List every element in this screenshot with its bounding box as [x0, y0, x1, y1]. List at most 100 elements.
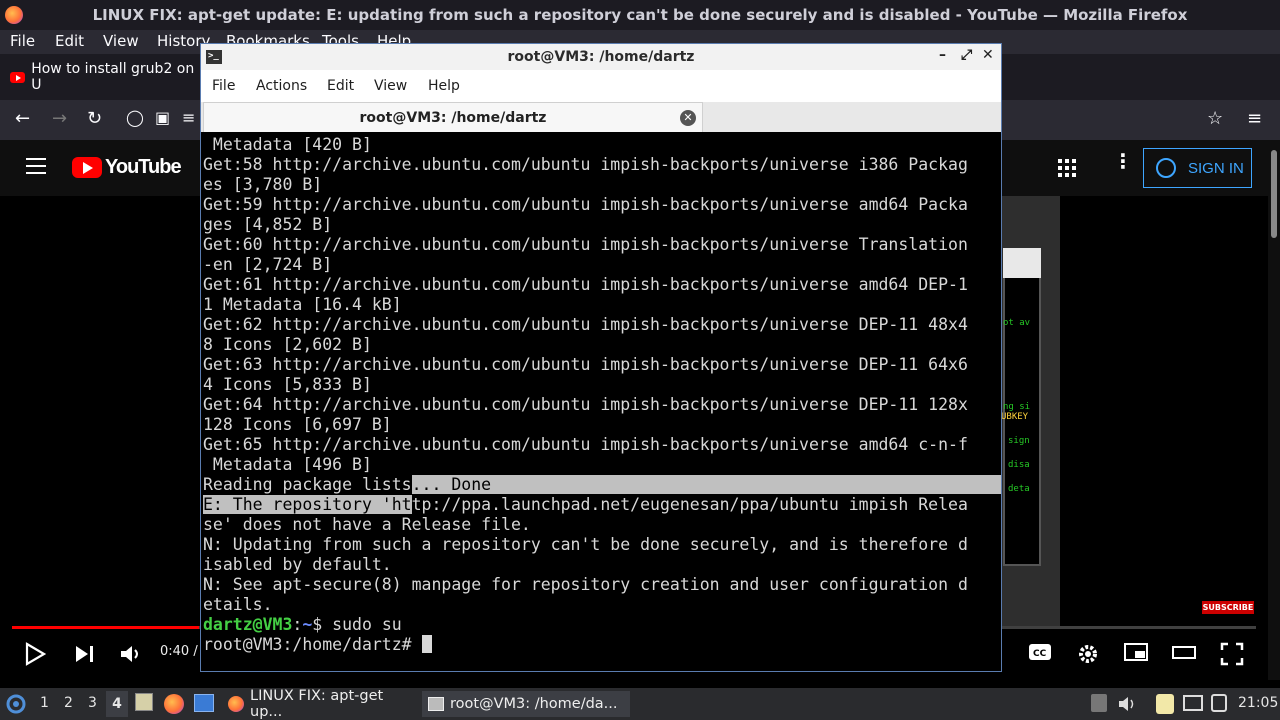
terminal-line: Get:60 http://archive.ubuntu.com/ubuntu … [203, 235, 968, 254]
prompt-command: sudo su [332, 615, 402, 634]
terminal-line: ges [4,852 B] [203, 215, 333, 234]
more-options-icon[interactable]: ⋮ [1113, 151, 1133, 171]
terminal-tabbar: root@VM3: /home/dartz ✕ [201, 102, 1001, 132]
terminal-line: se' does not have a Release file. [203, 515, 531, 534]
youtube-play-logo-icon [72, 157, 102, 178]
close-icon[interactable]: ✕ [982, 47, 994, 63]
browser-tab[interactable]: How to install grub2 on U [0, 58, 200, 96]
prompt-user: dartz@VM3 [203, 615, 293, 634]
scrollbar-thumb[interactable] [1271, 150, 1277, 238]
theater-mode-icon[interactable] [1172, 642, 1196, 662]
term-menu-view[interactable]: View [374, 78, 407, 94]
video-inner-text: disa [1008, 460, 1030, 470]
terminal-line: Get:64 http://archive.ubuntu.com/ubuntu … [203, 395, 968, 414]
video-inner-text: deta [1008, 484, 1030, 494]
firefox-window-title: LINUX FIX: apt-get update: E: updating f… [92, 6, 1188, 24]
terminal-output[interactable]: Metadata [420 B] Get:58 http://archive.u… [203, 135, 1001, 671]
file-manager-icon[interactable] [135, 693, 153, 711]
taskbar-terminal-window[interactable]: root@VM3: /home/da... [422, 691, 630, 717]
battery-icon[interactable] [1211, 694, 1227, 712]
desktop-icon[interactable] [194, 694, 214, 712]
ff-menu-file[interactable]: File [10, 32, 35, 50]
terminal-window-title: root@VM3: /home/dartz [507, 49, 695, 65]
workspace-3[interactable]: 3 [88, 695, 97, 711]
terminal-line: Get:65 http://archive.ubuntu.com/ubuntu … [203, 435, 968, 454]
miniplayer-icon[interactable] [1124, 642, 1148, 662]
workspace-4-active[interactable]: 4 [106, 691, 128, 717]
firefox-logo-icon [5, 6, 23, 24]
prompt-colon: : [292, 615, 303, 634]
maximize-icon[interactable]: ⤢ [961, 47, 972, 63]
terminal-tab[interactable]: root@VM3: /home/dartz ✕ [203, 102, 703, 132]
user-icon [1156, 158, 1176, 178]
clock[interactable]: 21:05 [1238, 695, 1278, 711]
app-menu-icon[interactable]: ≡ [1247, 108, 1262, 129]
terminal-line: 8 Icons [2,602 B] [203, 335, 372, 354]
firefox-launcher-icon[interactable] [164, 694, 190, 718]
next-icon[interactable] [74, 642, 96, 666]
root-prompt: root@VM3:/home/dartz# [203, 635, 422, 654]
lock-icon[interactable]: ▣ [155, 108, 170, 127]
permissions-icon[interactable]: ≡ [182, 108, 195, 127]
term-menu-edit[interactable]: Edit [327, 78, 354, 94]
settings-gear-icon[interactable] [1076, 642, 1100, 666]
ff-menu-edit[interactable]: Edit [55, 32, 84, 50]
hamburger-menu-icon[interactable] [26, 158, 46, 174]
terminal-line: N: Updating from such a repository can't… [203, 535, 968, 554]
shield-icon[interactable]: ◯ [126, 108, 144, 127]
terminal-line: Get:58 http://archive.ubuntu.com/ubuntu … [203, 155, 968, 174]
term-menu-file[interactable]: File [212, 78, 235, 94]
tab-close-icon[interactable]: ✕ [680, 110, 696, 126]
terminal-line: Metadata [496 B] [203, 455, 372, 474]
captions-icon[interactable]: CC [1028, 642, 1052, 662]
play-icon[interactable] [24, 642, 46, 666]
terminal-window[interactable]: >_ root@VM3: /home/dartz – ⤢ ✕ File Acti… [200, 43, 1002, 672]
video-inner-text: ng si [1003, 402, 1031, 412]
youtube-logo[interactable]: YouTube [72, 156, 182, 179]
terminal-line: isabled by default. [203, 555, 392, 574]
sign-in-label: SIGN IN [1188, 159, 1244, 177]
volume-tray-icon[interactable] [1117, 695, 1137, 713]
taskbar-firefox-window[interactable]: LINUX FIX: apt-get up... [222, 688, 420, 720]
minimize-icon[interactable]: – [939, 47, 946, 63]
term-menu-help[interactable]: Help [428, 78, 460, 94]
terminal-line-error: E: The repository 'http://ppa.launchpad.… [203, 495, 993, 515]
taskbar-firefox-label: LINUX FIX: apt-get up... [250, 688, 384, 720]
taskbar-terminal-label: root@VM3: /home/da... [450, 696, 618, 712]
subscribe-watermark[interactable]: SUBSCRIBE [1202, 601, 1254, 614]
reload-icon[interactable]: ↻ [87, 108, 102, 129]
reading-selected: ... Done [411, 475, 492, 494]
back-arrow-icon[interactable]: ← [15, 108, 30, 129]
fullscreen-icon[interactable] [1220, 642, 1244, 666]
page-scrollbar[interactable] [1268, 140, 1280, 680]
terminal-small-icon [428, 697, 444, 711]
volume-icon[interactable] [119, 642, 143, 666]
bookmark-star-icon[interactable]: ☆ [1207, 108, 1223, 129]
terminal-line: Get:59 http://archive.ubuntu.com/ubuntu … [203, 195, 968, 214]
workspace-1[interactable]: 1 [40, 695, 49, 711]
video-inner-text: sign [1008, 436, 1030, 446]
prompt-dollar: $ [312, 615, 333, 634]
workspace-2[interactable]: 2 [64, 695, 73, 711]
clipboard-icon[interactable] [1156, 694, 1174, 714]
text-cursor [421, 635, 432, 653]
terminal-line-reading: Reading package lists... Done [203, 475, 1001, 495]
firefox-small-icon [228, 696, 244, 712]
terminal-titlebar[interactable]: >_ root@VM3: /home/dartz – ⤢ ✕ [201, 44, 1001, 70]
youtube-favicon-icon [10, 71, 26, 83]
forward-arrow-icon[interactable]: → [52, 108, 67, 129]
tray-updates-icon[interactable] [1091, 694, 1107, 712]
prompt-path: ~ [302, 615, 313, 634]
ff-menu-view[interactable]: View [103, 32, 139, 50]
apps-grid-icon[interactable] [1058, 159, 1076, 177]
terminal-line: Metadata [420 B] [203, 135, 372, 154]
svg-text:CC: CC [1033, 649, 1047, 659]
error-selected: E: The repository 'ht [203, 495, 412, 514]
term-menu-actions[interactable]: Actions [256, 78, 307, 94]
browser-tab-label: How to install grub2 on U [31, 61, 195, 93]
start-menu-icon[interactable] [6, 694, 26, 714]
terminal-prompt-line: dartz@VM3:~$ sudo su [203, 615, 993, 635]
network-icon[interactable] [1183, 695, 1203, 711]
sign-in-button[interactable]: SIGN IN [1143, 148, 1252, 188]
terminal-root-prompt-line[interactable]: root@VM3:/home/dartz# [203, 635, 993, 655]
